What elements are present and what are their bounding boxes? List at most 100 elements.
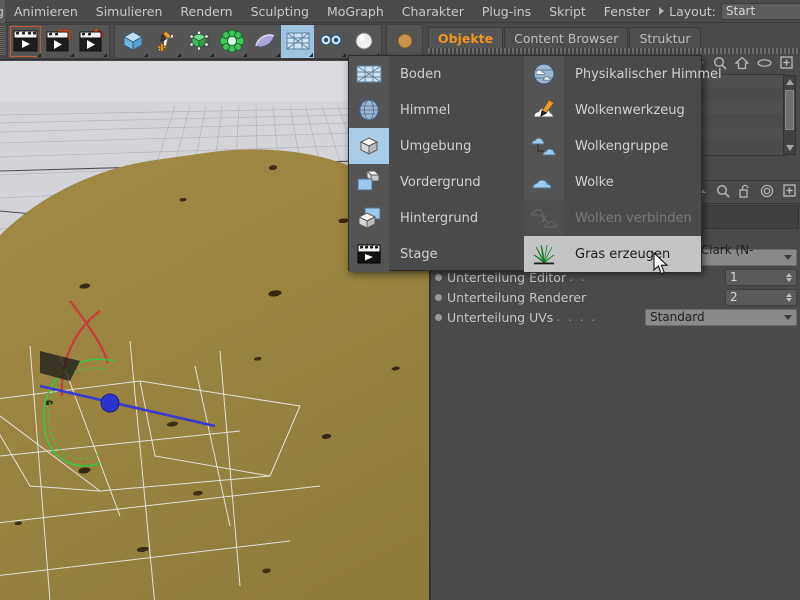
floor-grid-icon <box>349 56 389 92</box>
unterteilung-editor-value: 1 <box>730 270 786 284</box>
array-deformer-icon[interactable] <box>215 25 248 58</box>
expand-arrow-icon[interactable] <box>659 7 664 15</box>
unterteilung-renderer-value: 2 <box>730 290 786 304</box>
toolbar-group-extra <box>386 24 423 59</box>
menu-item-wolke[interactable]: Wolke <box>524 164 701 200</box>
property-row-unterteilung-uvs: Unterteilung UVs . . . . Standard <box>435 307 797 327</box>
cloud-group-icon <box>524 128 564 164</box>
menu-item-hintergrund[interactable]: Hintergrund <box>349 200 524 236</box>
menu-item-label: Physikalischer Himmel <box>564 67 722 82</box>
unterteilung-renderer-field[interactable]: 2 <box>725 289 797 306</box>
menu-item-label: Wolken verbinden <box>564 211 692 226</box>
eye-icon[interactable] <box>757 57 772 71</box>
property-label: Unterteilung Renderer <box>447 290 586 305</box>
foreground-plane-icon <box>349 164 389 200</box>
menu-item-boden[interactable]: Boden <box>349 56 524 92</box>
scene-floor-icon[interactable] <box>281 25 314 58</box>
unterteilung-uvs-dropdown[interactable]: Standard <box>645 309 797 326</box>
spline-pen-icon[interactable] <box>149 25 182 58</box>
stepper-icon[interactable] <box>786 273 792 282</box>
scroll-up-icon[interactable] <box>786 79 794 85</box>
menu-item-label: Stage <box>389 247 438 262</box>
cloud-icon <box>524 164 564 200</box>
scene-objects-popup-menu: Boden Himmel <box>348 55 702 271</box>
menu-item-animieren[interactable]: Animieren <box>5 0 87 23</box>
property-row-unterteilung-renderer: Unterteilung Renderer 2 <box>435 287 797 307</box>
render-view-icon[interactable] <box>9 25 42 58</box>
scroll-down-icon[interactable] <box>786 145 794 151</box>
menu-item-skript[interactable]: Skript <box>540 0 595 23</box>
corner-marker-icon <box>276 53 280 57</box>
menu-item-label: Wolkenwerkzeug <box>564 103 685 118</box>
menu-item-mograph[interactable]: MoGraph <box>318 0 393 23</box>
background-plane-icon <box>349 200 389 236</box>
target-icon[interactable] <box>760 184 774 201</box>
object-manager-scrollbar[interactable] <box>783 75 796 155</box>
lock-open-icon[interactable] <box>739 184 751 201</box>
menu-item-label: Wolkengruppe <box>564 139 668 154</box>
menu-item-label: Hintergrund <box>389 211 478 226</box>
menu-item-himmel[interactable]: Himmel <box>349 92 524 128</box>
menu-item-rendern[interactable]: Rendern <box>171 0 241 23</box>
corner-marker-icon <box>103 53 107 57</box>
menu-item-charakter[interactable]: Charakter <box>393 0 473 23</box>
two-lights-icon[interactable] <box>314 25 347 58</box>
popup-left-column: Boden Himmel <box>349 56 524 270</box>
search-icon[interactable] <box>716 184 730 201</box>
layout-label: Layout: <box>669 4 716 19</box>
tab-objekte[interactable]: Objekte <box>428 27 503 48</box>
tab-struktur[interactable]: Struktur <box>629 27 700 48</box>
corner-marker-icon <box>210 53 214 57</box>
menu-item-fenster[interactable]: Fenster <box>595 0 659 23</box>
bend-deformer-icon[interactable] <box>248 25 281 58</box>
menu-item-physikalischer-himmel[interactable]: Physikalischer Himmel <box>524 56 701 92</box>
gizmo-center-handle <box>101 394 119 412</box>
render-to-picture-viewer-icon[interactable] <box>42 25 75 58</box>
menu-item-label: Vordergrund <box>389 175 481 190</box>
unterteilung-uvs-value: Standard <box>650 310 784 324</box>
toolbar-group-objects <box>114 24 382 59</box>
home-icon[interactable] <box>735 56 749 73</box>
menu-item-plugins[interactable]: Plug-ins <box>473 0 540 23</box>
menu-item-label: Gras erzeugen <box>564 247 670 262</box>
cube-primitive-icon[interactable] <box>116 25 149 58</box>
menu-item-sculpting[interactable]: Sculpting <box>242 0 318 23</box>
menu-item-label: Boden <box>389 67 441 82</box>
cloud-brush-icon <box>524 92 564 128</box>
property-bullet-icon[interactable] <box>435 294 442 301</box>
layout-dropdown[interactable]: Start <box>721 3 800 20</box>
toolbar-grip[interactable] <box>0 26 5 56</box>
tab-content-browser[interactable]: Content Browser <box>504 27 628 48</box>
unterteilung-editor-field[interactable]: 1 <box>725 269 797 286</box>
nurbs-generator-icon[interactable] <box>182 25 215 58</box>
add-box-icon[interactable] <box>780 56 793 72</box>
sky-globe-icon <box>349 92 389 128</box>
corner-marker-icon <box>342 53 346 57</box>
gizmo-x-band <box>70 301 108 363</box>
gizmo-z-axis <box>40 386 215 426</box>
menu-item-gras-erzeugen[interactable]: Gras erzeugen <box>524 236 701 272</box>
menu-item-simulieren[interactable]: Simulieren <box>87 0 172 23</box>
stepper-icon[interactable] <box>786 293 792 302</box>
menu-item-vordergrund[interactable]: Vordergrund <box>349 164 524 200</box>
menu-item-stage[interactable]: Stage <box>349 236 524 272</box>
scrollbar-thumb[interactable] <box>785 90 794 130</box>
render-settings-icon[interactable] <box>75 25 108 58</box>
add-box-icon[interactable] <box>783 184 796 200</box>
material-icon[interactable] <box>388 25 421 58</box>
menu-item-label: Wolke <box>564 175 614 190</box>
stage-clapper-icon <box>349 236 389 272</box>
menu-item-umgebung[interactable]: Umgebung <box>349 128 524 164</box>
property-bullet-icon[interactable] <box>435 274 442 281</box>
camera-sphere-icon[interactable] <box>347 25 380 58</box>
attribute-manager-toolbar <box>697 182 796 202</box>
menu-item-wolkenwerkzeug[interactable]: Wolkenwerkzeug <box>524 92 701 128</box>
corner-marker-icon <box>177 53 181 57</box>
menu-item-label: Himmel <box>389 103 450 118</box>
menu-item-wolkengruppe[interactable]: Wolkengruppe <box>524 128 701 164</box>
property-bullet-icon[interactable] <box>435 314 442 321</box>
layout-zone: Layout: Start <box>659 3 800 20</box>
chevron-down-icon <box>784 315 792 320</box>
layout-dropdown-value: Start <box>726 4 800 18</box>
move-axis-gizmo[interactable] <box>40 291 270 481</box>
